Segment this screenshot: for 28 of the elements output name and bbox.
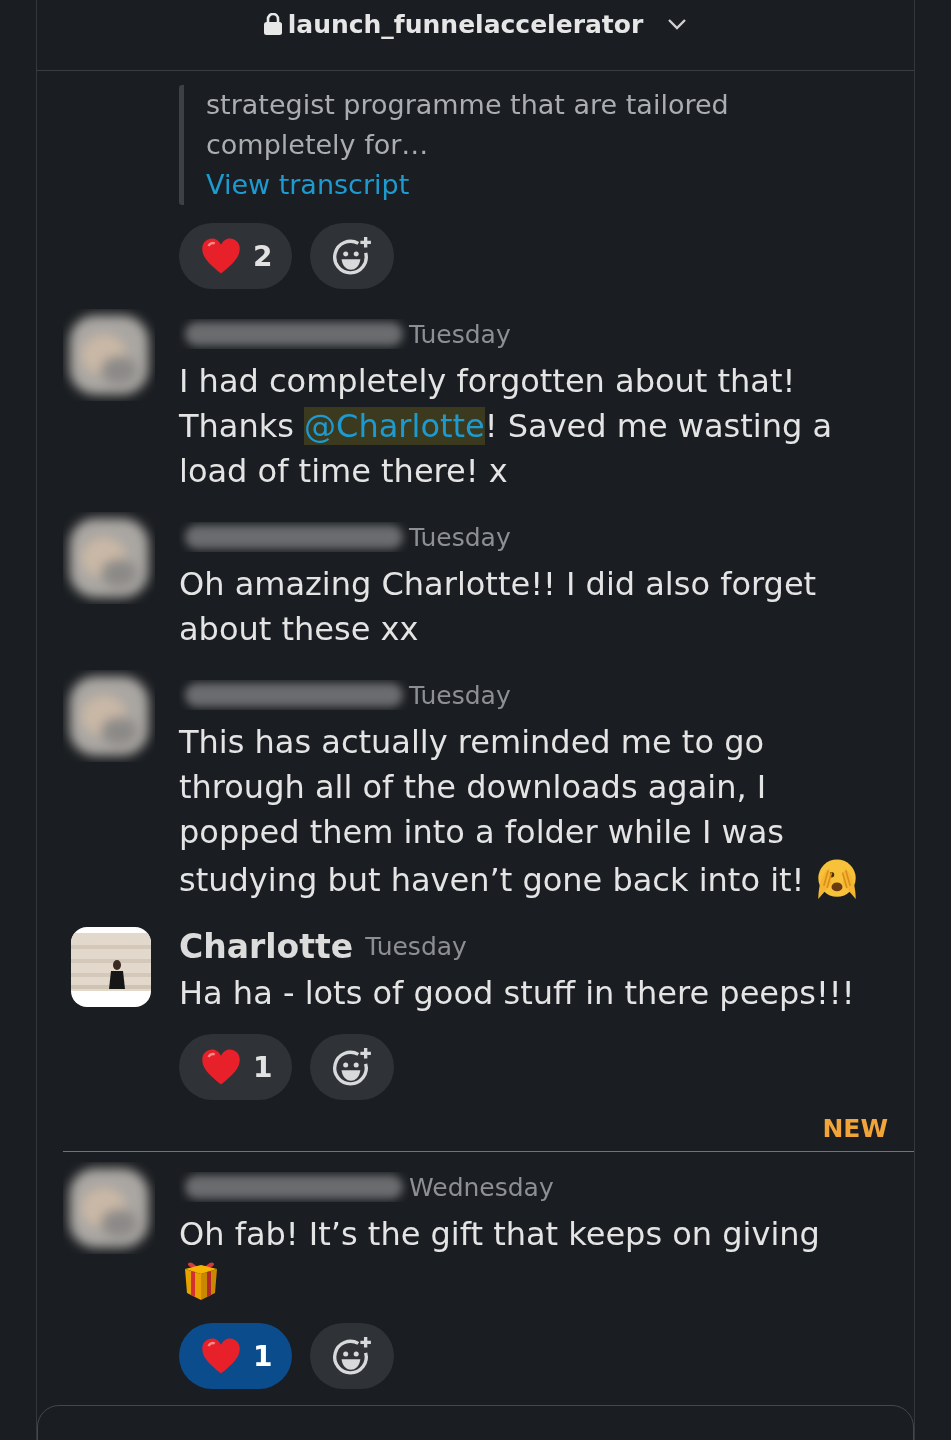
heart-icon [201,237,241,275]
channel-header[interactable]: launch_funnelaccelerator [36,0,915,71]
author-name[interactable]: Charlotte [179,926,354,966]
reaction-button[interactable]: 2 [179,223,293,289]
timestamp: Wednesday [409,1172,554,1202]
message-text: I had completely forgotten about that! Thanks @Charlotte! Saved me wasting a load of time there! x [179,361,834,492]
timestamp: Tuesday [409,319,511,349]
reaction-button[interactable]: 1 [179,1034,293,1100]
heart-icon [201,1048,241,1086]
add-emoji-icon [331,235,374,277]
chevron-down-icon [667,18,688,30]
add-emoji-icon [331,1335,374,1377]
mention-link[interactable]: @Charlotte [304,407,485,445]
heart-icon [201,1337,241,1375]
add-emoji-icon [331,1046,374,1088]
view-transcript-link[interactable]: View transcript [206,165,410,205]
timestamp: Tuesday [409,522,511,552]
message-text: Ha ha - lots of good stuff in there peeps!!! [179,973,856,1014]
timestamp: Tuesday [365,931,467,961]
new-messages-label: NEW [822,1114,888,1143]
reaction-button[interactable]: 1 [179,1323,293,1389]
message-text: Oh fab! It’s the gift that keeps on giving [179,1212,869,1305]
timestamp: Tuesday [409,680,511,710]
message-text: This has actually reminded me to go through all of the downloads again, I popped them into a folder while I was studying but haven’t gone back into it! [179,720,869,903]
message-text: Oh amazing Charlotte!! I did also forget about these xx [179,564,818,650]
channel-title: launch_funnelaccelerator [287,9,644,39]
lock-icon [263,13,282,35]
transcript-excerpt: strategist programme that are tailored completely for… [206,88,730,162]
